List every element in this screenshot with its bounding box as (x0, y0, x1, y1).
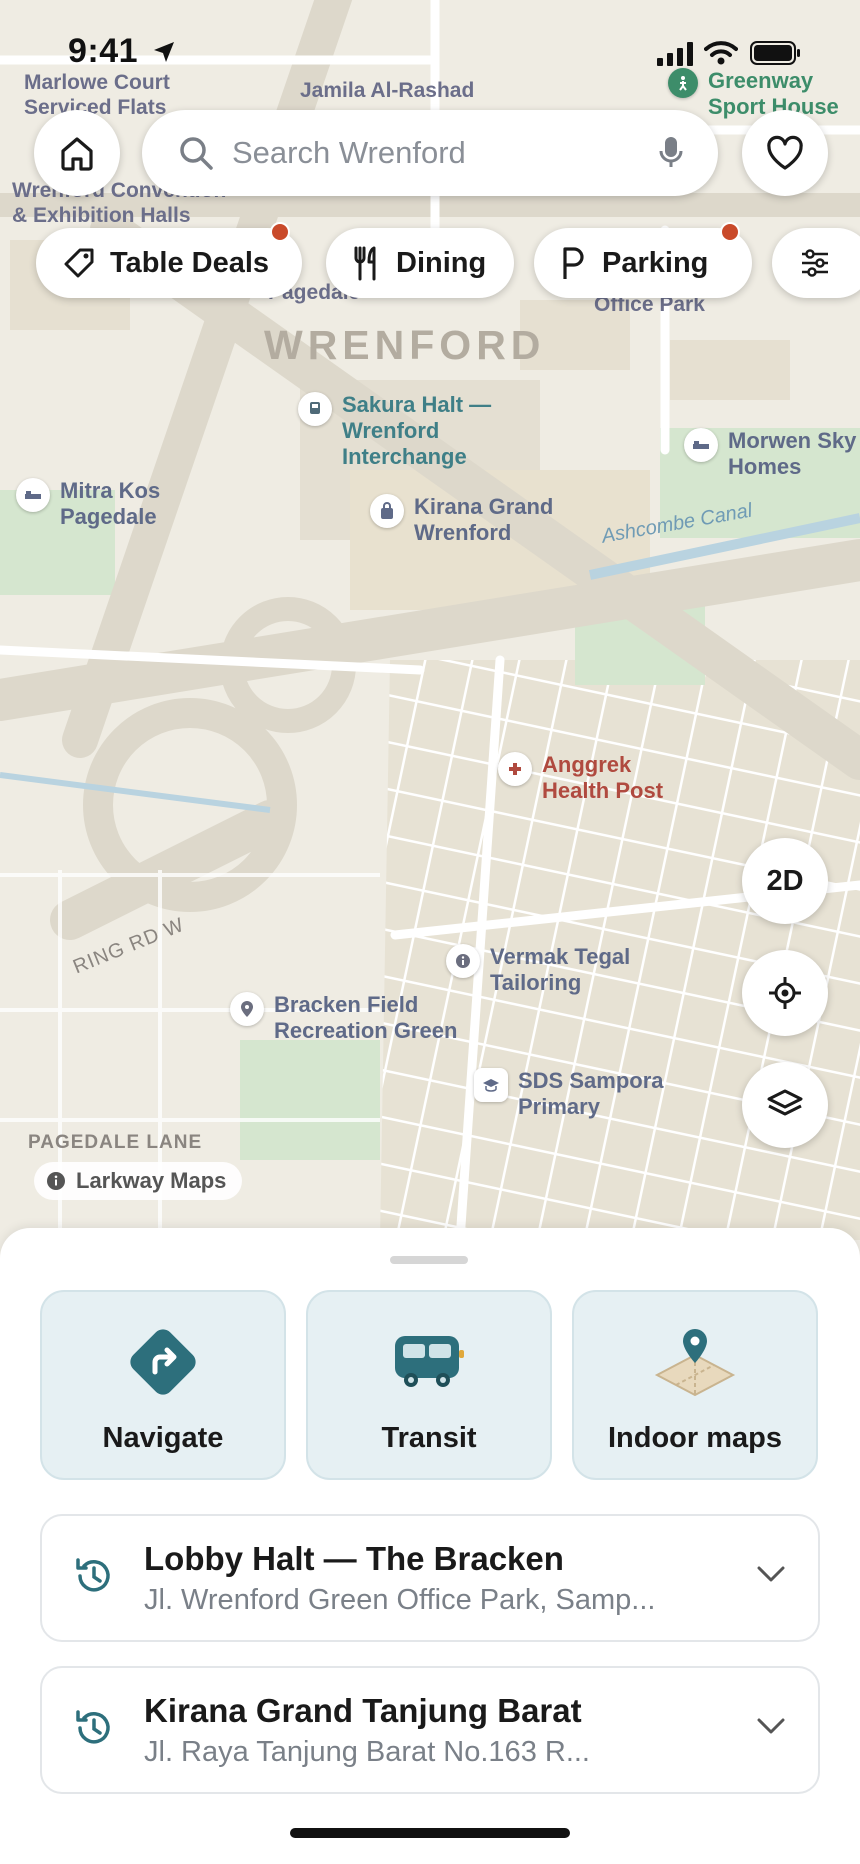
pin-icon (230, 992, 264, 1026)
map-label-jamila: Jamila Al-Rashad (300, 79, 475, 102)
locate-me-button[interactable] (742, 950, 828, 1036)
recent-subtitle: Jl. Wrenford Green Office Park, Samp... (144, 1584, 656, 1616)
chip-table-deals[interactable]: Table Deals (36, 222, 302, 298)
wifi-icon (704, 41, 738, 65)
shopping-bag-icon (370, 494, 404, 528)
poi-label: Sakura Halt — Wrenford Interchange (342, 392, 492, 469)
poi-label: Mitra Kos Pagedale (60, 478, 161, 529)
layers-button[interactable] (742, 1062, 828, 1148)
home-icon (61, 137, 93, 171)
poi-label: Bracken Field Recreation Green (274, 992, 458, 1043)
search-icon (180, 137, 213, 170)
poi-label: Morwen Sky Homes (728, 428, 857, 479)
recent-title: Lobby Halt — The Bracken (144, 1540, 564, 1577)
parking-icon (563, 247, 584, 279)
chevron-down-icon[interactable] (756, 1716, 786, 1736)
road-label-pagedale-lane: PAGEDALE LANE (28, 1132, 203, 1153)
recent-subtitle: Jl. Raya Tanjung Barat No.163 R... (144, 1736, 590, 1768)
tile-label: Indoor maps (607, 1422, 782, 1454)
poi-label: SDS Sampora Primary (518, 1068, 664, 1119)
indoor-maps-button[interactable]: Indoor maps (572, 1290, 818, 1480)
history-icon (76, 1558, 110, 1592)
search-bar[interactable]: Search Wrenford (142, 110, 718, 196)
recent-title: Kirana Grand Tanjung Barat (144, 1692, 582, 1729)
view-mode-label: 2D (766, 864, 804, 897)
battery-icon (750, 41, 800, 65)
sliders-icon (802, 249, 828, 277)
chip-notification-dot (270, 222, 290, 242)
home-indicator[interactable] (290, 1828, 570, 1838)
chip-dining[interactable]: Dining (326, 228, 514, 298)
tile-label: Transit (381, 1422, 477, 1454)
home-button[interactable] (34, 110, 120, 196)
transit-button[interactable]: Transit (306, 1290, 552, 1480)
poi-bracken[interactable]: Bracken Field Recreation Green (230, 992, 474, 1044)
recent-item[interactable]: Lobby Halt — The Bracken Jl. Wrenford Gr… (40, 1514, 820, 1642)
tag-icon (64, 248, 94, 278)
school-icon (474, 1068, 508, 1102)
heart-icon (767, 135, 803, 170)
history-icon (76, 1710, 110, 1744)
train-icon (298, 392, 332, 426)
poi-mitra[interactable]: Mitra Kos Pagedale (16, 478, 180, 530)
navigate-button[interactable]: Navigate (40, 1290, 286, 1480)
poi-vermak[interactable]: Vermak Tegal Tailoring (446, 944, 650, 996)
recent-item[interactable]: Kirana Grand Tanjung Barat Jl. Raya Tanj… (40, 1666, 820, 1794)
chip-parking[interactable]: Parking (534, 222, 752, 298)
bus-icon (391, 1322, 467, 1402)
chip-label: Table Deals (110, 246, 270, 279)
chip-label: Parking (602, 246, 709, 279)
poi-label: Anggrek Health Post (542, 752, 664, 803)
map-attribution[interactable]: Larkway Maps (34, 1162, 243, 1200)
favorites-button[interactable] (742, 110, 828, 196)
crosshair-icon (769, 977, 801, 1009)
fork-knife-icon (354, 246, 376, 281)
poi-label: Kirana Grand Wrenford (414, 494, 554, 545)
poi-kirana[interactable]: Kirana Grand Wrenford (370, 494, 564, 546)
bed-icon (684, 428, 718, 462)
chevron-down-icon[interactable] (756, 1564, 786, 1584)
view-2d-toggle[interactable]: 2D (742, 838, 828, 924)
medical-cross-icon (498, 752, 532, 786)
indoor-map-icon (653, 1322, 737, 1402)
poi-sds[interactable]: SDS Sampora Primary (474, 1068, 678, 1120)
bed-icon (16, 478, 50, 512)
chip-filters[interactable] (772, 228, 860, 298)
status-time: 9:41 (68, 32, 139, 70)
search-input[interactable]: Search Wrenford (232, 135, 658, 171)
info-pin-icon (446, 944, 480, 978)
district-label: WRENFORD (264, 322, 546, 368)
bottom-sheet[interactable]: Navigate Transit Indoor maps Lobby Halt … (0, 1228, 860, 1864)
sheet-grabber[interactable] (390, 1256, 468, 1264)
microphone-icon[interactable] (658, 135, 684, 171)
signal-icon (657, 42, 693, 66)
layers-icon (767, 1089, 803, 1116)
attribution-label: Larkway Maps (76, 1168, 227, 1193)
poi-label: Vermak Tegal Tailoring (490, 944, 631, 995)
status-bar: 9:41 (0, 32, 860, 76)
location-arrow-icon (154, 42, 174, 62)
chip-label: Dining (396, 246, 487, 279)
navigate-icon (121, 1322, 205, 1402)
tile-label: Navigate (102, 1422, 224, 1454)
poi-anggrek[interactable]: Anggrek Health Post (498, 752, 672, 804)
chip-notification-dot (720, 222, 740, 242)
info-icon (47, 1172, 65, 1190)
poi-morwen[interactable]: Morwen Sky Homes (684, 428, 858, 480)
poi-sakura[interactable]: Sakura Halt — Wrenford Interchange (298, 392, 502, 470)
